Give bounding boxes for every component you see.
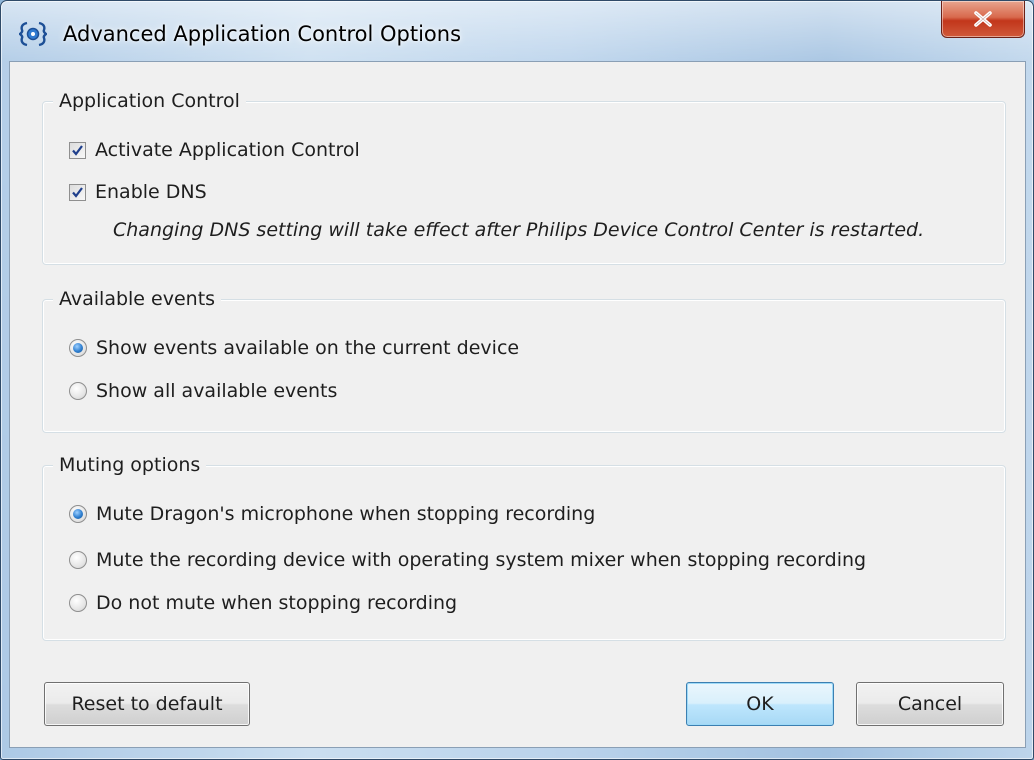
mute-recording-device-label: Mute the recording device with operating… <box>96 549 867 571</box>
radio-mute-recording-device[interactable]: Mute the recording device with operating… <box>69 548 866 572</box>
available-events-group: Available events Show events available o… <box>42 287 1006 433</box>
philips-device-control-icon <box>18 21 48 47</box>
radio-button[interactable] <box>69 594 87 612</box>
group-title-available-events: Available events <box>53 287 222 311</box>
window-title: Advanced Application Control Options <box>63 22 462 46</box>
application-control-group: Application Control Activate Application… <box>42 89 1006 265</box>
radio-mute-dragon-mic[interactable]: Mute Dragon's microphone when stopping r… <box>69 502 595 526</box>
radio-button-selected[interactable] <box>69 505 87 523</box>
dns-restart-note: Changing DNS setting will take effect af… <box>113 219 925 241</box>
show-all-events-label: Show all available events <box>96 380 338 402</box>
checkbox-enable-dns[interactable] <box>69 183 86 201</box>
enable-dns-checkbox[interactable]: Enable DNS <box>69 180 207 204</box>
radio-button[interactable] <box>69 551 87 569</box>
group-title-application-control: Application Control <box>53 89 246 113</box>
radio-button[interactable] <box>69 382 87 400</box>
activate-application-control-checkbox[interactable]: Activate Application Control <box>69 138 360 162</box>
group-title-muting-options: Muting options <box>53 453 207 477</box>
dialog-window: Advanced Application Control Options App… <box>0 0 1034 760</box>
checkbox-activate[interactable] <box>69 141 86 159</box>
radio-show-all-events[interactable]: Show all available events <box>69 379 337 403</box>
title-bar[interactable]: Advanced Application Control Options <box>1 1 1033 61</box>
radio-button-selected[interactable] <box>69 339 87 357</box>
cancel-button[interactable]: Cancel <box>856 682 1004 726</box>
activate-application-control-label: Activate Application Control <box>95 139 360 161</box>
enable-dns-label: Enable DNS <box>95 181 207 203</box>
mute-dragon-mic-label: Mute Dragon's microphone when stopping r… <box>96 503 596 525</box>
checkmark-icon <box>72 186 83 198</box>
ok-button[interactable]: OK <box>686 682 834 726</box>
radio-do-not-mute[interactable]: Do not mute when stopping recording <box>69 591 457 615</box>
checkmark-icon <box>72 144 83 156</box>
show-device-events-label: Show events available on the current dev… <box>96 337 520 359</box>
close-icon <box>974 11 992 27</box>
reset-to-default-button[interactable]: Reset to default <box>44 682 250 726</box>
close-button[interactable] <box>941 1 1025 38</box>
dialog-client-area: Application Control Activate Application… <box>9 61 1026 748</box>
do-not-mute-label: Do not mute when stopping recording <box>96 592 458 614</box>
muting-options-group: Muting options Mute Dragon's microphone … <box>42 453 1006 641</box>
radio-show-device-events[interactable]: Show events available on the current dev… <box>69 336 519 360</box>
